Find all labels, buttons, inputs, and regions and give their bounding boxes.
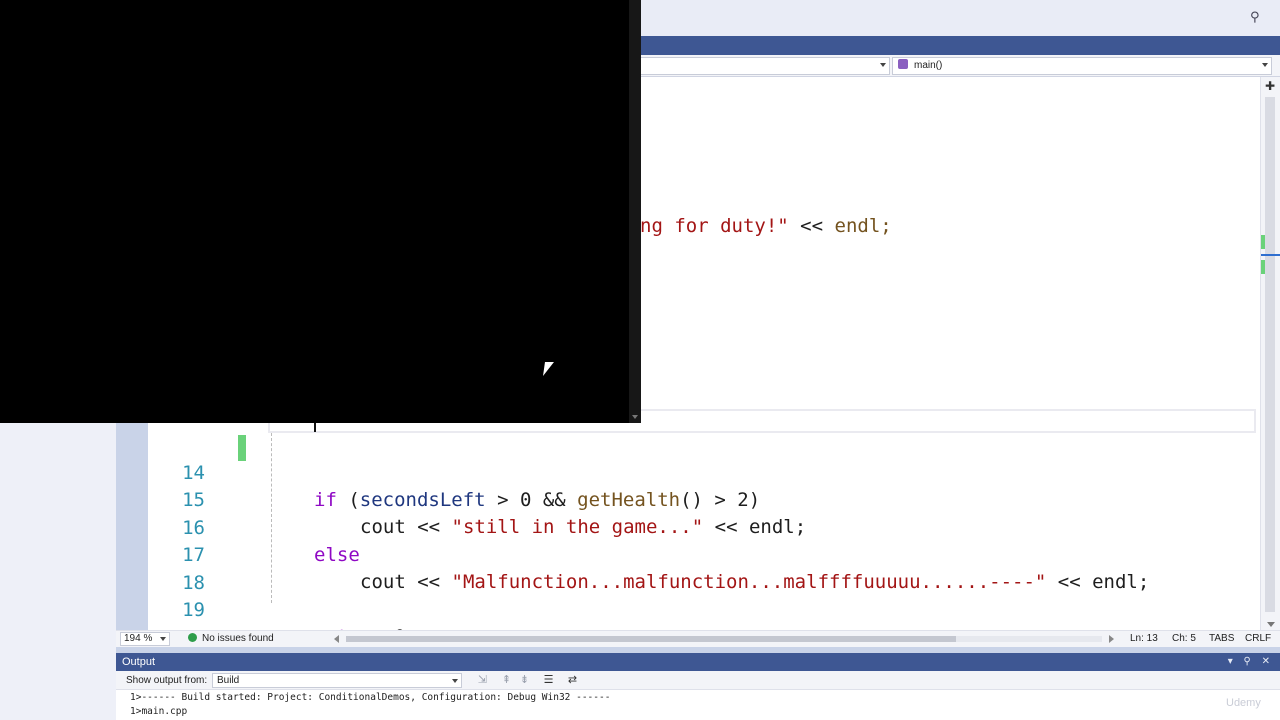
output-title: Output: [122, 656, 156, 668]
code-line: 16 else: [148, 488, 360, 566]
string-literal: "Malfunction...malfunction...malffffuuuu…: [451, 571, 1047, 593]
code-text: > 0 &&: [485, 489, 578, 511]
change-marker: [1261, 260, 1265, 274]
zoom-level: 194 %: [124, 633, 153, 644]
identifier: secondsLeft: [359, 489, 486, 511]
pin-icon[interactable]: ⚲: [1250, 10, 1264, 24]
code-text: () > 2): [680, 489, 761, 511]
code-line: 19 return 0;: [148, 570, 417, 648]
indent-guide: [271, 433, 272, 603]
word-wrap-icon[interactable]: ⇄: [566, 674, 579, 687]
member-combo[interactable]: main(): [892, 57, 1272, 75]
issues-indicator[interactable]: No issues found: [188, 631, 274, 647]
output-source-combo[interactable]: Build: [212, 673, 462, 688]
output-line: 1>main.cpp: [130, 706, 188, 717]
pane-controls[interactable]: ▾ ⚲ ✕: [1228, 653, 1274, 671]
code-line: 20 }: [148, 598, 279, 676]
indent-mode-indicator[interactable]: TABS: [1209, 631, 1234, 647]
title-bar: ⚲: [640, 0, 1280, 36]
keyword: if: [314, 489, 337, 511]
scrollbar-thumb[interactable]: [1265, 97, 1275, 612]
string-literal: "still in the game...": [451, 516, 704, 538]
change-marker: [1261, 235, 1265, 249]
find-message-icon[interactable]: ⇲: [476, 674, 489, 687]
code-text: << endl;: [703, 516, 807, 538]
code-text: cout <<: [360, 516, 452, 538]
keyword: else: [314, 544, 360, 566]
chevron-down-icon: [1262, 63, 1268, 67]
function-name: getHealth: [577, 489, 681, 511]
member-combo-label: main(): [914, 60, 943, 71]
output-text-area[interactable]: 1>------ Build started: Project: Conditi…: [116, 690, 1280, 720]
console-window[interactable]: [0, 0, 641, 423]
code-text: << endl;: [1046, 571, 1150, 593]
string-literal: ng for duty!": [640, 215, 789, 237]
horizontal-scrollbar[interactable]: [334, 634, 1114, 644]
chevron-down-icon: [452, 679, 458, 683]
vertical-scrollbar[interactable]: ✚: [1260, 77, 1280, 630]
scroll-down-arrow[interactable]: [1267, 622, 1275, 627]
code-line: 17 cout << "Malfunction...malfunction...…: [148, 515, 1149, 593]
split-editor-icon[interactable]: ✚: [1265, 80, 1277, 92]
function-icon: [898, 59, 908, 69]
previous-message-icon[interactable]: ⇞: [500, 674, 513, 687]
editor-status-bar: 194 % No issues found Ln: 13 Ch: 5 TABS …: [116, 630, 1280, 647]
chevron-down-icon: [160, 637, 166, 641]
show-output-label: Show output from:: [126, 675, 208, 686]
scroll-right-arrow[interactable]: [1109, 635, 1114, 643]
chevron-down-icon: [880, 63, 886, 67]
code-line: 18: [148, 543, 217, 594]
check-circle-icon: [188, 633, 197, 642]
scroll-left-arrow[interactable]: [334, 635, 339, 643]
scrollbar-thumb[interactable]: [346, 636, 956, 642]
output-source-value: Build: [217, 675, 240, 686]
operator: <<: [800, 215, 824, 237]
line-indicator[interactable]: Ln: 13: [1130, 631, 1158, 647]
watermark-logo: Udemy: [1226, 697, 1261, 709]
clear-all-icon[interactable]: ☰: [542, 674, 555, 687]
change-marker: [238, 435, 246, 461]
column-indicator[interactable]: Ch: 5: [1172, 631, 1196, 647]
line-ending-indicator[interactable]: CRLF: [1245, 631, 1271, 647]
scroll-down-arrow[interactable]: [632, 415, 638, 419]
output-line: 1>------ Build started: Project: Conditi…: [130, 692, 611, 703]
code-text: cout <<: [360, 571, 452, 593]
code-text: (: [336, 489, 360, 511]
output-pane-title: Output ▾ ⚲ ✕: [116, 653, 1280, 671]
console-scrollbar[interactable]: [629, 0, 641, 423]
next-message-icon[interactable]: ⇟: [518, 674, 531, 687]
code-line-partial: ng for duty!" << endl;: [640, 213, 892, 240]
identifier: endl;: [834, 215, 892, 237]
zoom-combo[interactable]: 194 %: [120, 632, 170, 646]
scope-combo[interactable]: [640, 57, 890, 75]
code-line: 15 cout << "still in the game..." << end…: [148, 460, 806, 538]
code-line: 14 if (secondsLeft > 0 && getHealth() > …: [148, 433, 760, 511]
output-toolbar: Show output from: Build ⇲ ⇞ ⇟ ☰ ⇄: [116, 671, 1280, 690]
issues-text: No issues found: [202, 633, 274, 644]
caret-position-marker: [1261, 254, 1280, 256]
